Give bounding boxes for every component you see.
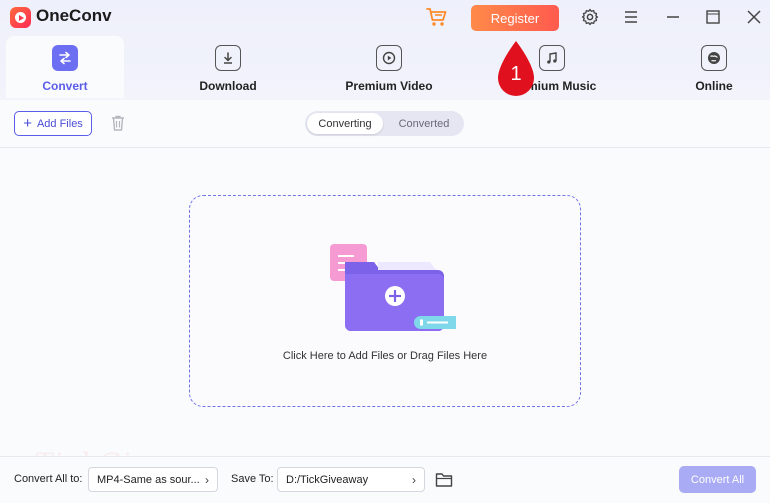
tab-converted[interactable]: Converted	[386, 113, 462, 134]
cart-icon[interactable]	[426, 7, 448, 27]
file-drop-zone[interactable]: Click Here to Add Files or Drag Files He…	[189, 195, 581, 407]
tab-converting[interactable]: Converting	[307, 113, 383, 134]
tab-download-label: Download	[199, 79, 257, 93]
status-toggle: Converting Converted	[305, 111, 464, 136]
convert-all-button[interactable]: Convert All	[679, 466, 756, 493]
download-icon	[215, 45, 241, 71]
header: OneConv Register Convert Download Premiu…	[0, 0, 770, 100]
tab-online[interactable]: Online	[655, 36, 770, 98]
tab-premium-video-label: Premium Video	[345, 79, 433, 93]
settings-icon[interactable]	[581, 8, 599, 26]
save-to-label: Save To:	[231, 473, 274, 485]
maximize-icon[interactable]	[704, 8, 722, 26]
drop-zone-text: Click Here to Add Files or Drag Files He…	[282, 350, 488, 362]
app-logo	[10, 7, 31, 28]
open-folder-icon[interactable]	[434, 470, 454, 490]
chevron-right-icon: ›	[205, 473, 209, 487]
tab-convert-label: Convert	[42, 79, 88, 93]
tab-premium-video[interactable]: Premium Video	[330, 36, 448, 98]
menu-icon[interactable]	[622, 8, 640, 26]
folder-illustration	[330, 244, 456, 331]
plus-icon: +	[23, 115, 32, 132]
tab-convert[interactable]: Convert	[6, 36, 124, 98]
play-icon	[376, 45, 402, 71]
app-title: OneConv	[36, 6, 112, 25]
music-icon	[539, 45, 565, 71]
annotation-number: 1	[510, 63, 521, 85]
minimize-icon[interactable]	[664, 8, 682, 26]
add-files-label: Add Files	[36, 117, 83, 130]
footer: Convert All to: MP4-Same as sour... › Sa…	[0, 456, 770, 503]
register-button[interactable]: Register	[471, 5, 559, 31]
convert-all-to-label: Convert All to:	[14, 473, 83, 485]
tab-download[interactable]: Download	[169, 36, 287, 98]
trash-icon[interactable]	[109, 114, 127, 132]
annotation-marker: 1	[498, 41, 534, 96]
close-icon[interactable]	[745, 8, 763, 26]
globe-icon	[701, 45, 727, 71]
save-path-value: D:/TickGiveaway	[286, 473, 369, 486]
chevron-right-icon: ›	[412, 473, 416, 487]
output-format-select[interactable]: MP4-Same as sour... ›	[88, 467, 218, 492]
save-path-select[interactable]: D:/TickGiveaway ›	[277, 467, 425, 492]
output-format-value: MP4-Same as sour...	[97, 473, 200, 486]
convert-icon	[52, 45, 78, 71]
tab-online-label: Online	[695, 79, 733, 93]
add-files-button[interactable]: + Add Files	[14, 111, 92, 136]
